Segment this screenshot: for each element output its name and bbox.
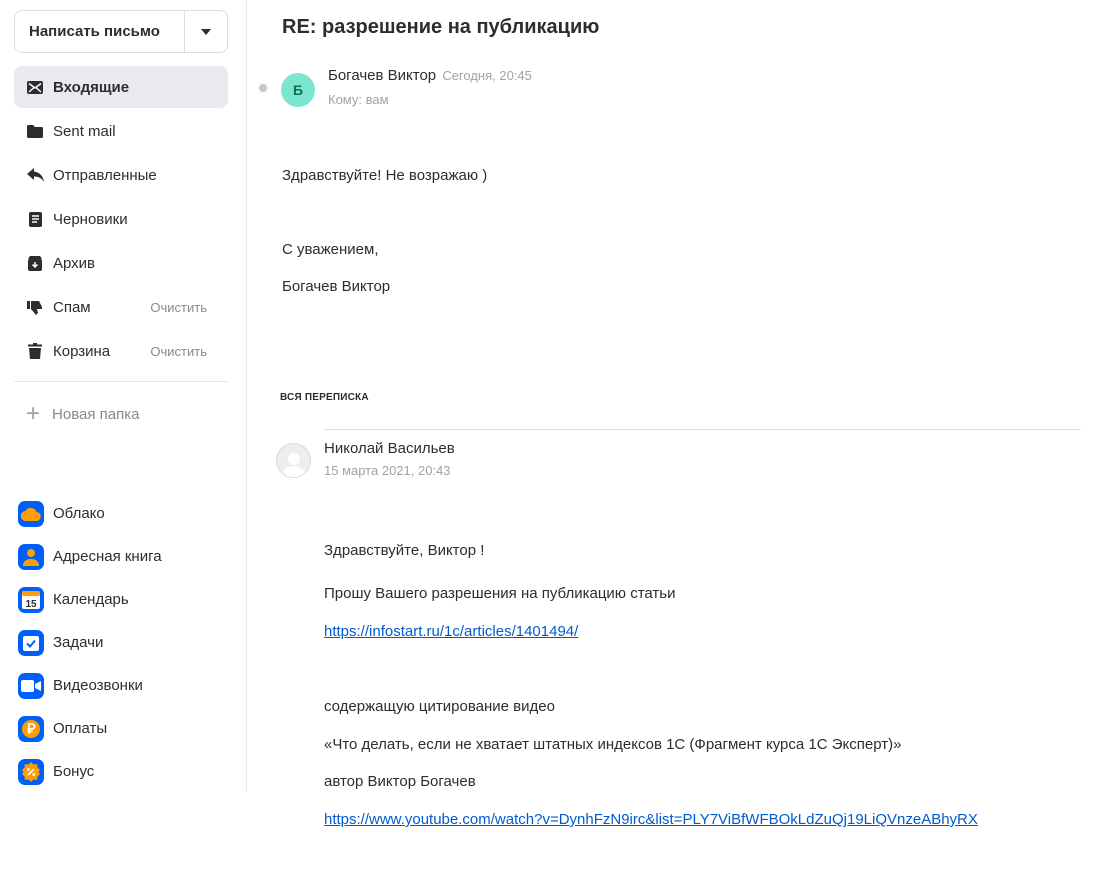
thread-date: 15 марта 2021, 20:43 xyxy=(324,463,451,478)
folder-label: Отправленные xyxy=(53,166,157,184)
service-video-calls[interactable]: Видеозвонки xyxy=(18,664,228,707)
folder-label: Архив xyxy=(53,254,96,272)
message-recipient: Кому: вам xyxy=(328,92,389,107)
new-folder-button[interactable]: + Новая папка xyxy=(26,400,139,428)
quote-line: «Что делать, если не хватает штатных инд… xyxy=(324,736,902,753)
clear-spam-button[interactable]: Очистить xyxy=(150,300,228,315)
body-line: Богачев Виктор xyxy=(282,278,391,295)
quote-line: автор Виктор Богачев xyxy=(324,773,476,790)
services-list: Облако Адресная книга 15 Календарь Задач… xyxy=(18,492,228,793)
address-book-icon xyxy=(18,543,44,570)
draft-icon xyxy=(26,210,44,228)
service-label: Оплаты xyxy=(53,720,108,737)
sender-name[interactable]: Богачев Виктор xyxy=(328,67,436,84)
payments-icon xyxy=(18,715,44,742)
message-view: RE: разрешение на публикацию Б Богачев В… xyxy=(248,0,1104,880)
plus-icon: + xyxy=(26,400,41,427)
service-label: Видеозвонки xyxy=(53,677,143,694)
sidebar: Написать письмо Входящие Sent mail Отпра… xyxy=(0,0,247,792)
calendar-icon: 15 xyxy=(18,586,44,613)
service-label: Бонус xyxy=(53,763,95,780)
folder-label: Sent mail xyxy=(53,122,116,140)
compose-group: Написать письмо xyxy=(14,10,228,53)
compose-dropdown-button[interactable] xyxy=(184,11,227,52)
cloud-icon xyxy=(18,500,44,527)
new-folder-label: Новая папка xyxy=(52,405,140,423)
service-bonus[interactable]: Бонус xyxy=(18,750,228,793)
body-line: С уважением, xyxy=(282,241,379,258)
folder-label: Входящие xyxy=(53,78,130,96)
message-header: Богачев Виктор Сегодня, 20:45 xyxy=(328,67,532,84)
service-label: Календарь xyxy=(53,591,129,608)
quote-line: содержащую цитирование видео xyxy=(324,698,555,715)
video-link[interactable]: https://www.youtube.com/watch?v=DynhFzN9… xyxy=(324,811,978,828)
thread-divider xyxy=(324,429,1081,430)
folder-label: Черновики xyxy=(53,210,128,228)
calendar-day-text: 15 xyxy=(25,599,37,610)
service-tasks[interactable]: Задачи xyxy=(18,621,228,664)
folder-trash[interactable]: Корзина Очистить xyxy=(14,330,228,372)
folder-drafts[interactable]: Черновики xyxy=(14,198,228,240)
bonus-icon xyxy=(18,758,44,785)
folder-spam[interactable]: Спам Очистить xyxy=(14,286,228,328)
folder-list: Входящие Sent mail Отправленные Черновик… xyxy=(14,66,228,374)
service-label: Адресная книга xyxy=(53,548,162,565)
service-cloud[interactable]: Облако xyxy=(18,492,228,535)
thumbs-down-icon xyxy=(26,298,44,316)
envelope-icon xyxy=(26,78,44,96)
folder-sent-mail[interactable]: Sent mail xyxy=(14,110,228,152)
compose-button[interactable]: Написать письмо xyxy=(15,11,184,52)
quote-line: Здравствуйте, Виктор ! xyxy=(324,542,485,559)
video-call-icon xyxy=(18,672,44,699)
service-label: Облако xyxy=(53,505,105,522)
folder-sent[interactable]: Отправленные xyxy=(14,154,228,196)
service-label: Задачи xyxy=(53,634,104,651)
tasks-icon xyxy=(18,629,44,656)
message-date: Сегодня, 20:45 xyxy=(442,68,532,83)
clear-trash-button[interactable]: Очистить xyxy=(150,344,228,359)
reply-icon xyxy=(26,166,44,184)
sidebar-divider xyxy=(14,381,228,382)
service-calendar[interactable]: 15 Календарь xyxy=(18,578,228,621)
body-line: Здравствуйте! Не возражаю ) xyxy=(282,167,488,184)
folder-icon xyxy=(26,122,44,140)
article-link[interactable]: https://infostart.ru/1c/articles/1401494… xyxy=(324,623,578,640)
archive-icon xyxy=(26,254,44,272)
trash-icon xyxy=(26,342,44,360)
thread-avatar[interactable] xyxy=(276,443,311,478)
message-subject: RE: разрешение на публикацию xyxy=(282,16,600,38)
unread-dot-icon[interactable] xyxy=(259,84,267,92)
sender-avatar[interactable]: Б xyxy=(281,73,315,107)
quote-line: Прошу Вашего разрешения на публикацию ст… xyxy=(324,585,676,602)
service-payments[interactable]: Оплаты xyxy=(18,707,228,750)
caret-down-icon xyxy=(201,28,211,35)
folder-label: Спам xyxy=(53,298,91,316)
service-address-book[interactable]: Адресная книга xyxy=(18,535,228,578)
thread-title: ВСЯ ПЕРЕПИСКА xyxy=(280,392,369,403)
folder-label: Корзина xyxy=(53,342,111,360)
thread-sender-name[interactable]: Николай Васильев xyxy=(324,440,455,457)
user-placeholder-icon xyxy=(281,453,306,477)
folder-inbox[interactable]: Входящие xyxy=(14,66,228,108)
folder-archive[interactable]: Архив xyxy=(14,242,228,284)
